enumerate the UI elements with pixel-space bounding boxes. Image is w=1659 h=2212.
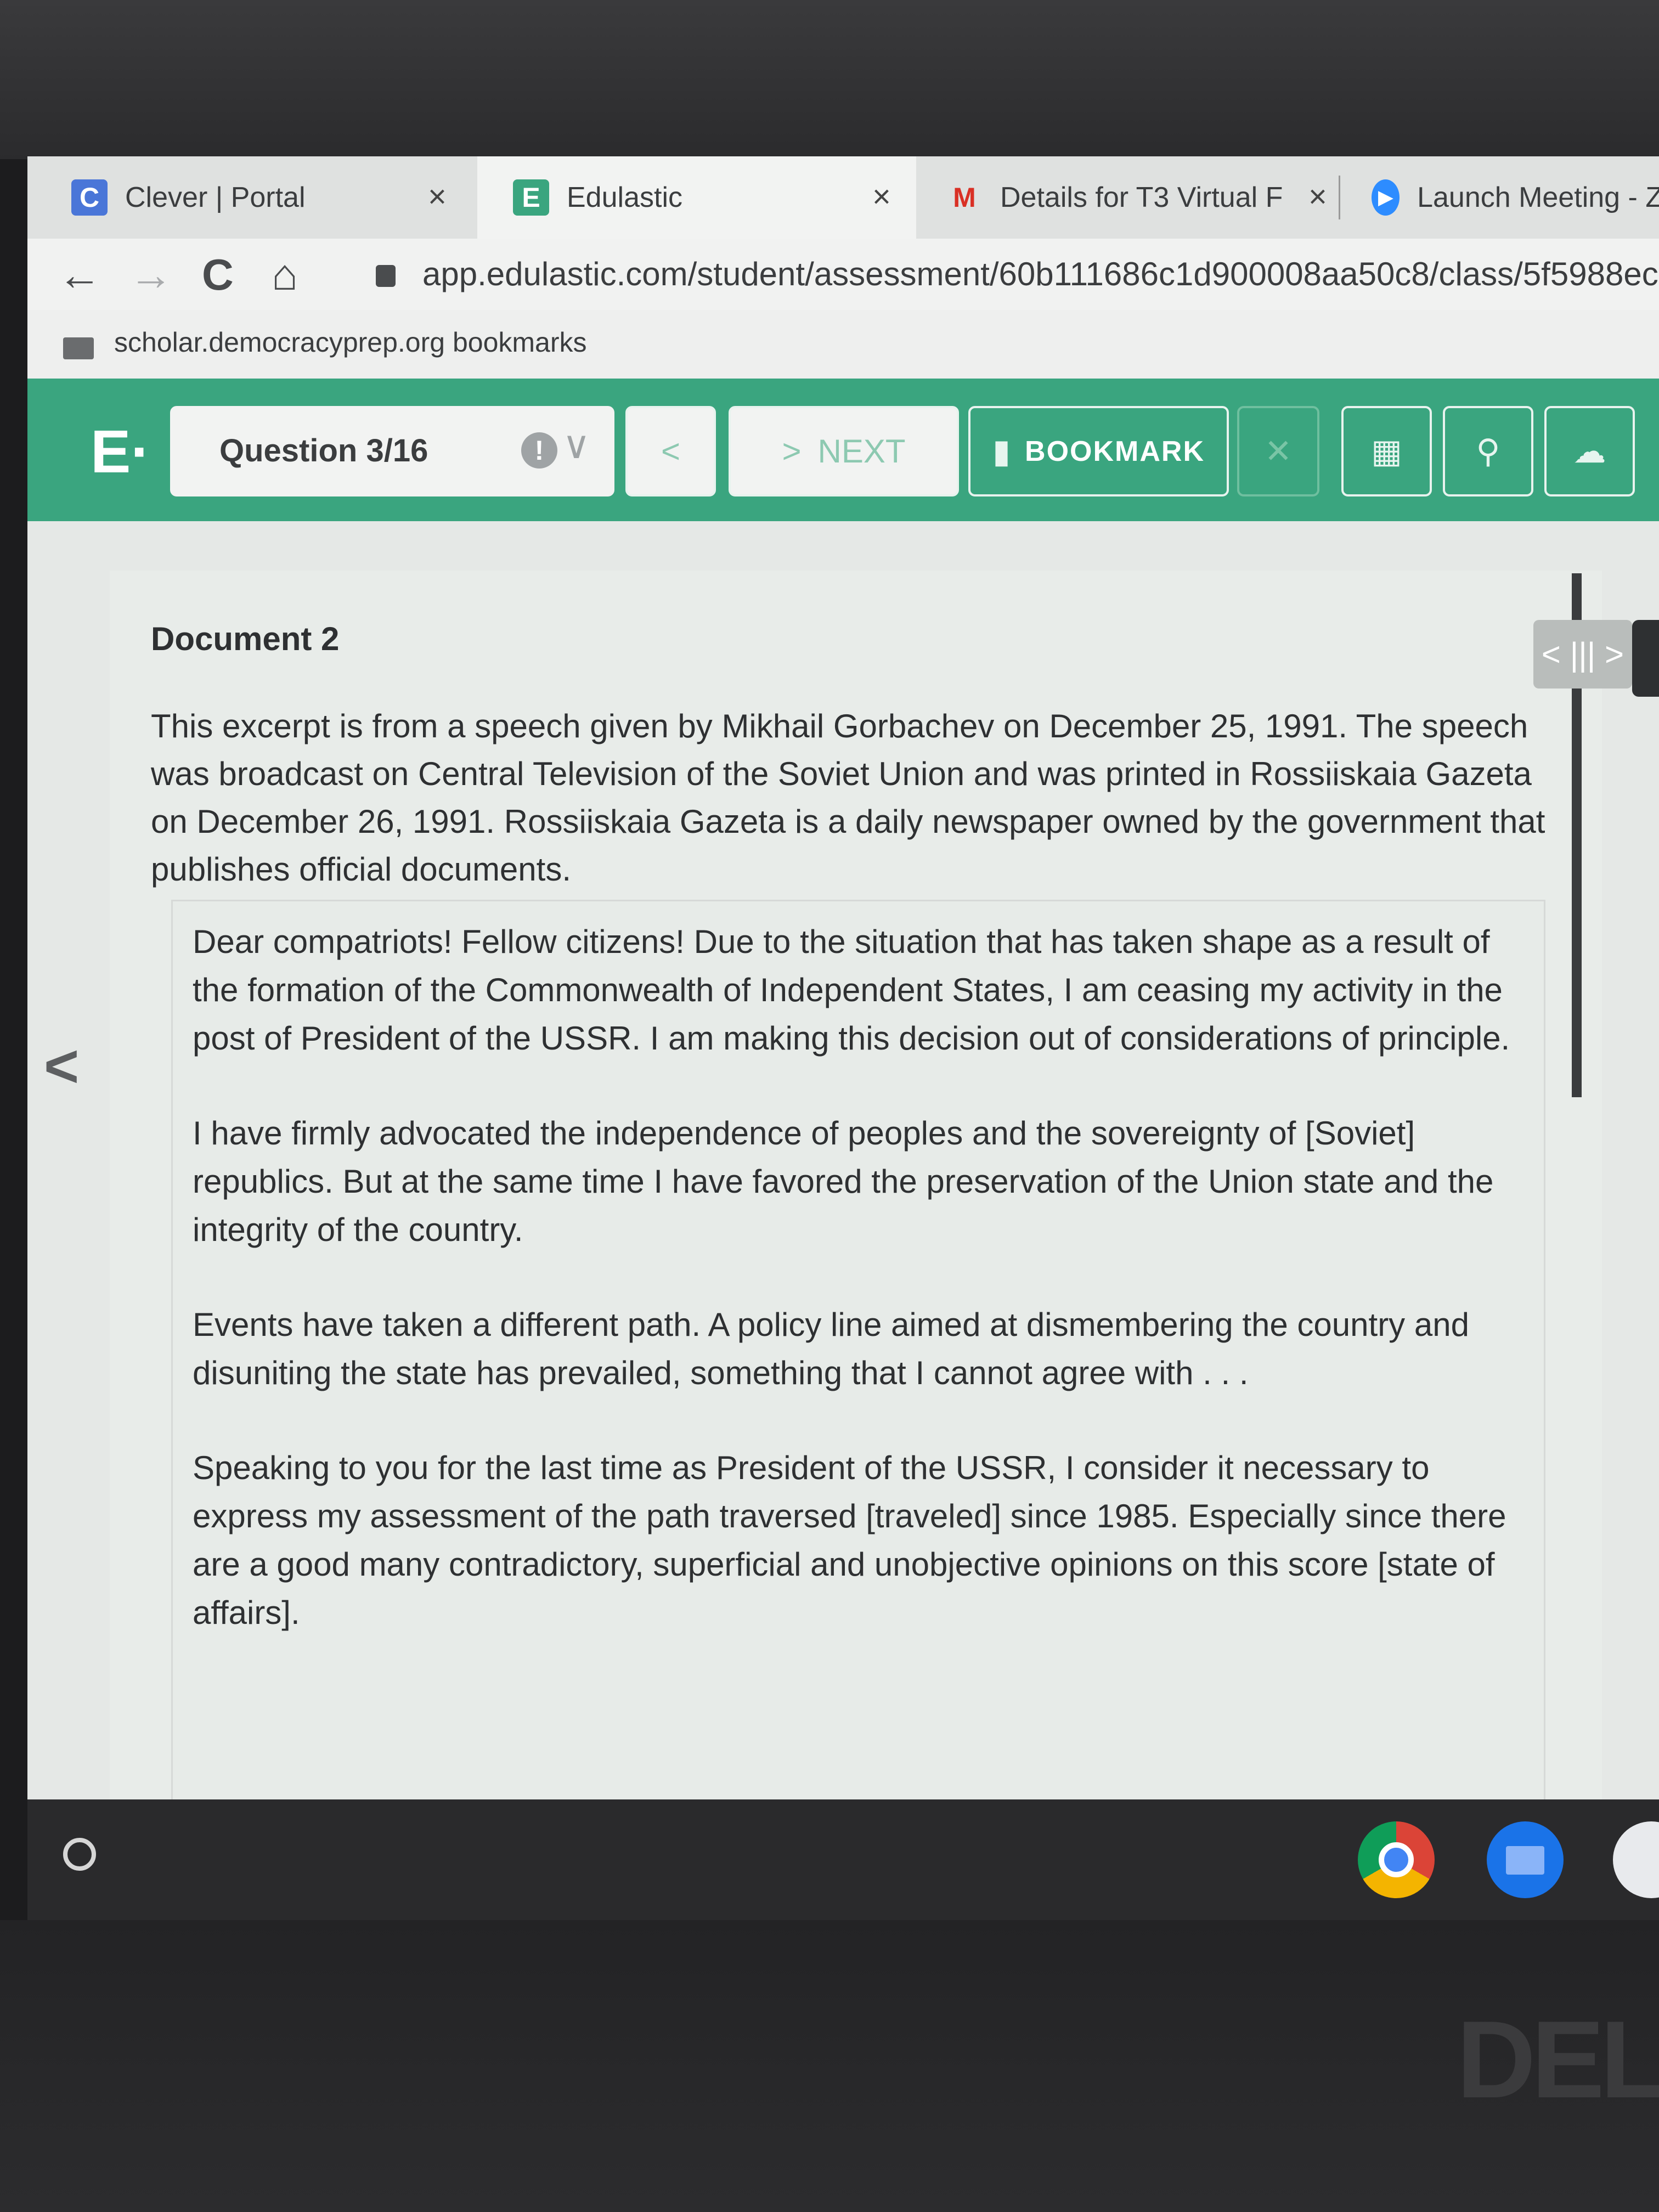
chevron-left-icon: <: [661, 433, 681, 470]
zoom-favicon-icon: ▶: [1372, 179, 1400, 216]
excerpt-paragraph: Dear compatriots! Fellow citizens! Due t…: [193, 923, 1510, 1057]
back-arrow-icon[interactable]: ←: [58, 250, 101, 300]
tab-close-icon[interactable]: ×: [428, 178, 447, 215]
panel-divider-tab[interactable]: [1632, 620, 1659, 697]
search-icon: ⚲: [1476, 432, 1500, 470]
panel-resize-handle[interactable]: < ||| >: [1533, 620, 1632, 689]
launcher-icon[interactable]: [63, 1838, 96, 1871]
zoom-button[interactable]: ⚲: [1443, 406, 1533, 496]
tab-gmail[interactable]: M Details for T3 Virtual F ×: [916, 156, 1355, 239]
clever-favicon-icon: C: [71, 179, 108, 216]
tab-title: Launch Meeting - Zo: [1417, 182, 1659, 213]
chromeos-shelf: [27, 1799, 1659, 1920]
chevron-down-icon: ∨: [562, 424, 591, 466]
document-title: Document 2: [151, 620, 340, 657]
chevron-right-icon: >: [782, 433, 802, 470]
save-button[interactable]: ☁: [1544, 406, 1635, 496]
assessment-header: E· Question 3/16 ! ∨ < > NEXT ▮ BOOKMARK…: [27, 379, 1659, 521]
tab-zoom[interactable]: ▶ Launch Meeting - Zo: [1350, 156, 1659, 239]
cloud-upload-icon: ☁: [1573, 432, 1606, 470]
next-label: NEXT: [817, 433, 906, 470]
laptop-bezel-top: [0, 0, 1659, 159]
tab-title: Clever | Portal: [125, 182, 306, 213]
chrome-icon[interactable]: [1358, 1821, 1435, 1898]
next-button[interactable]: > NEXT: [729, 406, 959, 496]
info-icon: !: [521, 432, 557, 469]
screen: C Clever | Portal × E Edulastic × M Deta…: [27, 156, 1659, 1799]
bookmark-button[interactable]: ▮ BOOKMARK: [968, 406, 1229, 496]
lock-icon: [376, 265, 396, 287]
bookmark-folder-link[interactable]: scholar.democracyprep.org bookmarks: [114, 326, 587, 358]
bookmark-label: BOOKMARK: [1025, 435, 1205, 467]
bookmarks-bar: scholar.democracyprep.org bookmarks: [27, 310, 1659, 379]
excerpt-paragraph: I have firmly advocated the independence…: [193, 1115, 1494, 1248]
tab-title: Details for T3 Virtual F: [1000, 182, 1283, 213]
previous-button[interactable]: <: [625, 406, 716, 496]
browser-toolbar: ← → C ⌂ app.edulastic.com/student/assess…: [27, 239, 1659, 310]
calculator-button[interactable]: ▦: [1341, 406, 1432, 496]
forward-arrow-icon[interactable]: →: [129, 250, 173, 300]
gmail-favicon-icon: M: [953, 182, 976, 213]
reload-icon[interactable]: C: [202, 250, 234, 300]
home-icon[interactable]: ⌂: [272, 250, 298, 300]
tab-close-icon[interactable]: ×: [872, 178, 891, 215]
docs-app-icon[interactable]: [1613, 1821, 1659, 1898]
tab-strip: C Clever | Portal × E Edulastic × M Deta…: [27, 156, 1659, 239]
edulastic-favicon-icon: E: [513, 179, 549, 216]
address-bar-url[interactable]: app.edulastic.com/student/assessment/60b…: [422, 255, 1658, 293]
chevron-left-icon[interactable]: <: [44, 1031, 79, 1101]
close-icon: ✕: [1264, 432, 1293, 470]
tab-separator: [1339, 176, 1340, 219]
laptop-bezel-bottom: [0, 1920, 1659, 2212]
calculator-icon: ▦: [1371, 432, 1402, 470]
tab-edulastic[interactable]: E Edulastic ×: [477, 156, 916, 239]
files-app-icon[interactable]: [1487, 1821, 1564, 1898]
question-selector[interactable]: Question 3/16 ! ∨: [170, 406, 614, 496]
folder-icon: [63, 337, 94, 359]
speech-excerpt: Dear compatriots! Fellow citizens! Due t…: [171, 900, 1545, 1799]
tab-close-icon[interactable]: ×: [1308, 178, 1327, 215]
tab-clever[interactable]: C Clever | Portal ×: [27, 156, 477, 239]
bookmark-icon: ▮: [992, 432, 1011, 470]
edulastic-logo: E·: [91, 418, 151, 486]
tab-title: Edulastic: [567, 182, 682, 213]
document-intro: This excerpt is from a speech given by M…: [151, 708, 1545, 888]
dell-logo: DELL: [1457, 1999, 1659, 2121]
question-content: < Document 2 This excerpt is from a spee…: [27, 521, 1659, 1799]
eliminator-button[interactable]: ✕: [1237, 406, 1319, 496]
excerpt-paragraph: Speaking to you for the last time as Pre…: [193, 1449, 1506, 1631]
excerpt-paragraph: Events have taken a different path. A po…: [193, 1306, 1469, 1391]
question-label: Question 3/16: [219, 433, 428, 469]
